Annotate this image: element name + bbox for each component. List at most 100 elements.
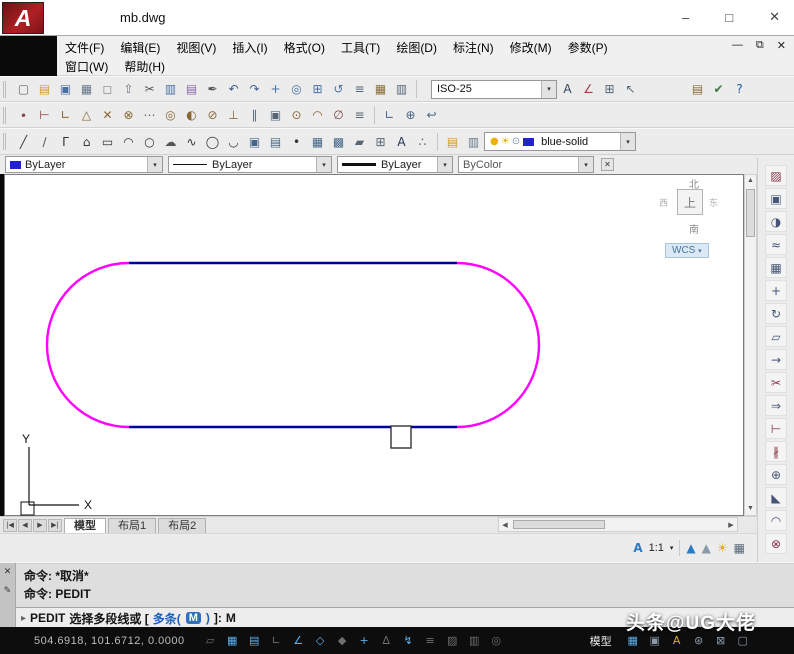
snap-nearest-icon[interactable]: ◠ <box>307 105 328 125</box>
snap-midpoint-icon[interactable]: △ <box>76 105 97 125</box>
snap-endpoint-icon[interactable]: ∟ <box>55 105 76 125</box>
vertical-scroll-thumb[interactable] <box>746 189 755 237</box>
viewcube-west-label[interactable]: 西 <box>659 196 668 209</box>
markup-set-icon[interactable]: ✔ <box>708 79 729 99</box>
chevron-down-icon[interactable]: ▾ <box>437 157 452 172</box>
menu-item[interactable]: 插入(I) <box>224 39 275 56</box>
polar-toggle[interactable]: ∠ <box>289 632 308 649</box>
window-minimize-button[interactable]: – <box>682 10 689 25</box>
horizontal-scrollbar[interactable]: ◀ ▶ <box>498 517 738 532</box>
scroll-up-icon[interactable]: ▲ <box>747 175 754 187</box>
move-icon[interactable]: + <box>765 280 787 301</box>
tab-layout1[interactable]: 布局1 <box>108 518 156 533</box>
snap-node-icon[interactable]: ⊙ <box>286 105 307 125</box>
ducs-toggle[interactable]: ∆ <box>377 632 396 649</box>
selection-cycling-toggle[interactable]: ◎ <box>487 632 506 649</box>
point-style-icon[interactable]: ∴ <box>412 132 433 152</box>
rotate-icon[interactable]: ↻ <box>765 303 787 324</box>
annotation-scale-icon[interactable]: A <box>633 541 642 555</box>
fillet-icon[interactable]: ◠ <box>765 510 787 531</box>
scroll-down-icon[interactable]: ▼ <box>747 503 754 515</box>
plot-icon[interactable]: ▦ <box>76 79 97 99</box>
snap-perpendicular-icon[interactable]: ⊥ <box>223 105 244 125</box>
toolbar-grip[interactable] <box>3 133 8 150</box>
copy-clip-icon[interactable]: ▥ <box>160 79 181 99</box>
zoom-realtime-icon[interactable]: ◎ <box>286 79 307 99</box>
pan-icon[interactable]: + <box>265 79 286 99</box>
stadium-left-arc[interactable] <box>47 263 129 427</box>
snap-from-icon[interactable]: ⊢ <box>34 105 55 125</box>
menu-item[interactable]: 窗口(W) <box>57 58 116 75</box>
viewcube-south-label[interactable]: 南 <box>689 221 699 236</box>
snap-apparent-intersection-icon[interactable]: ⊗ <box>118 105 139 125</box>
help-icon[interactable]: ? <box>729 79 750 99</box>
polygon-icon[interactable]: ⌂ <box>76 132 97 152</box>
temp-track-point-icon[interactable]: ∙ <box>13 105 34 125</box>
annotation-autoscale-icon[interactable]: ▲ <box>702 541 711 555</box>
properties-palette-icon[interactable]: ≡ <box>349 79 370 99</box>
viewcube-east-label[interactable]: 东 <box>709 196 718 209</box>
erase-icon[interactable]: ▨ <box>765 165 787 186</box>
command-close-button[interactable]: ✕ <box>4 566 12 577</box>
prompt-option-key[interactable]: M <box>186 612 201 624</box>
tab-layout2[interactable]: 布局2 <box>158 518 206 533</box>
viewcube-top-button[interactable]: 上 <box>677 189 703 215</box>
otrack-toggle[interactable]: + <box>355 632 374 649</box>
annotation-visibility-icon[interactable]: ▲ <box>686 541 695 555</box>
color-control-combo[interactable]: ByLayer ▾ <box>5 156 163 173</box>
layer-combo[interactable]: ●☀⊙ blue-solid ▾ <box>484 132 636 151</box>
mirror-icon[interactable]: ◑ <box>765 211 787 232</box>
region-icon[interactable]: ▰ <box>349 132 370 152</box>
window-maximize-button[interactable]: □ <box>725 10 733 25</box>
tab-scroll-button[interactable]: ◀ <box>18 519 32 532</box>
prompt-option[interactable]: 多条( <box>153 610 181 627</box>
menu-item[interactable]: 格式(O) <box>276 39 333 56</box>
text-style-icon[interactable]: A <box>557 79 578 99</box>
dyn-toggle[interactable]: ↯ <box>399 632 418 649</box>
transparency-toggle[interactable]: ▨ <box>443 632 462 649</box>
layer-on-icon[interactable]: ● <box>490 137 499 147</box>
layer-properties-icon[interactable]: ▤ <box>442 132 463 152</box>
snap-toggle[interactable]: ▦ <box>223 632 242 649</box>
revcloud-icon[interactable]: ☁ <box>160 132 181 152</box>
break-at-point-icon[interactable]: ⊢ <box>765 418 787 439</box>
menu-item[interactable]: 标注(N) <box>445 39 502 56</box>
menu-item[interactable]: 参数(P) <box>560 39 616 56</box>
dim-style-icon[interactable]: ∠ <box>578 79 599 99</box>
designcenter-icon[interactable]: ▦ <box>370 79 391 99</box>
ucs-icon[interactable]: ∟ <box>379 105 400 125</box>
command-history[interactable]: 命令: *取消*命令: PEDIT <box>16 564 794 607</box>
snap-none-icon[interactable]: ∅ <box>328 105 349 125</box>
redo-icon[interactable]: ↷ <box>244 79 265 99</box>
ucs-world-icon[interactable]: ⊕ <box>400 105 421 125</box>
osnap-3d-toggle[interactable]: ◆ <box>333 632 352 649</box>
construction-line-icon[interactable]: ∕ <box>34 132 55 152</box>
open-file-icon[interactable]: ▤ <box>34 79 55 99</box>
menu-item[interactable]: 视图(V) <box>168 39 224 56</box>
grid-toggle[interactable]: ▤ <box>245 632 264 649</box>
lineweight-control-combo[interactable]: ByLayer ▾ <box>337 156 453 173</box>
drawing-area[interactable]: Y X 北 西 上 东 南 WCS ▾ <box>4 174 744 516</box>
scroll-right-icon[interactable]: ▶ <box>725 521 737 529</box>
osnap-toggle[interactable]: ◇ <box>311 632 330 649</box>
vertical-scrollbar[interactable]: ▲ ▼ <box>744 174 757 516</box>
snap-insert-icon[interactable]: ▣ <box>265 105 286 125</box>
plot-preview-icon[interactable]: ◻ <box>97 79 118 99</box>
menu-item[interactable]: 文件(F) <box>57 39 112 56</box>
doc-minimize-button[interactable]: — <box>732 39 743 52</box>
close-toolbar-button[interactable]: ✕ <box>601 158 614 171</box>
snap-parallel-icon[interactable]: ∥ <box>244 105 265 125</box>
join-icon[interactable]: ⊕ <box>765 464 787 485</box>
snap-extension-icon[interactable]: ⋯ <box>139 105 160 125</box>
ucs-previous-icon[interactable]: ↩ <box>421 105 442 125</box>
hatch-icon[interactable]: ▦ <box>307 132 328 152</box>
menu-item[interactable]: 工具(T) <box>333 39 388 56</box>
table-style-icon[interactable]: ⊞ <box>599 79 620 99</box>
tab-scroll-button[interactable]: |◀ <box>3 519 17 532</box>
plotstyle-control-combo[interactable]: ByColor ▾ <box>458 156 594 173</box>
point-icon[interactable]: • <box>286 132 307 152</box>
snap-quadrant-icon[interactable]: ◐ <box>181 105 202 125</box>
arc-icon[interactable]: ◠ <box>118 132 139 152</box>
window-close-button[interactable]: ✕ <box>769 9 780 25</box>
make-block-icon[interactable]: ▤ <box>265 132 286 152</box>
